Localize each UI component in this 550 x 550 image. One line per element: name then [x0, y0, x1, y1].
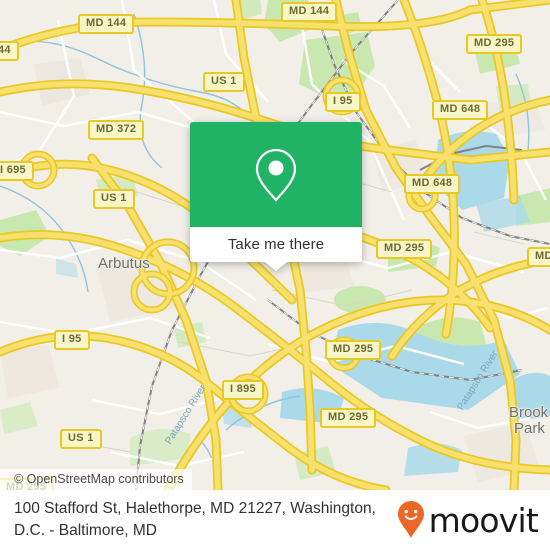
take-me-there-label: Take me there — [227, 236, 325, 253]
place-label-brooklyn: Brook — [509, 404, 549, 421]
road-shield[interactable]: US 1 — [60, 429, 102, 449]
moovit-wordmark: moovit — [428, 500, 539, 540]
map-attribution[interactable]: © OpenStreetMap contributors — [0, 469, 192, 490]
road-shield[interactable]: MD 648 — [404, 174, 461, 194]
road-shield[interactable]: 44 — [0, 41, 19, 61]
address-text: 100 Stafford St, Halethorpe, MD 21227, W… — [14, 500, 376, 539]
road-shield[interactable]: MD 372 — [88, 120, 145, 140]
popup-header — [190, 122, 362, 227]
road-shield[interactable]: MD — [527, 247, 550, 267]
road-shield[interactable]: MD 648 — [432, 100, 489, 120]
road-shield[interactable]: MD 295 — [325, 340, 382, 360]
map-pin-icon — [255, 148, 297, 202]
road-shield[interactable]: I 95 — [54, 330, 90, 350]
map-screenshot-page: Patapsco River Patapsco River Arbutus Br… — [0, 0, 550, 550]
road-shield[interactable]: US 1 — [203, 72, 245, 92]
footer-bar: 100 Stafford St, Halethorpe, MD 21227, W… — [0, 490, 550, 550]
place-label-park: Park — [514, 420, 545, 437]
road-shield[interactable]: I 895 — [222, 380, 264, 400]
popup-footer[interactable]: Take me there — [190, 227, 362, 262]
road-shield[interactable]: MD 144 — [78, 14, 135, 34]
place-label-arbutus: Arbutus — [98, 255, 150, 272]
road-shield[interactable]: MD 144 — [281, 2, 338, 22]
location-popup-card[interactable]: Take me there — [190, 122, 362, 271]
popup-tail-pointer — [265, 262, 287, 271]
moovit-logo[interactable]: moovit — [396, 500, 539, 540]
road-shield[interactable]: I 95 — [325, 92, 361, 112]
road-shield[interactable]: I 695 — [0, 161, 34, 181]
road-shield[interactable]: MD 295 — [376, 239, 433, 259]
road-shield[interactable]: US 1 — [93, 189, 135, 209]
road-shield[interactable]: MD 295 — [466, 34, 523, 54]
road-shield[interactable]: MD 295 — [320, 408, 377, 428]
moovit-pin-icon — [397, 501, 424, 538]
